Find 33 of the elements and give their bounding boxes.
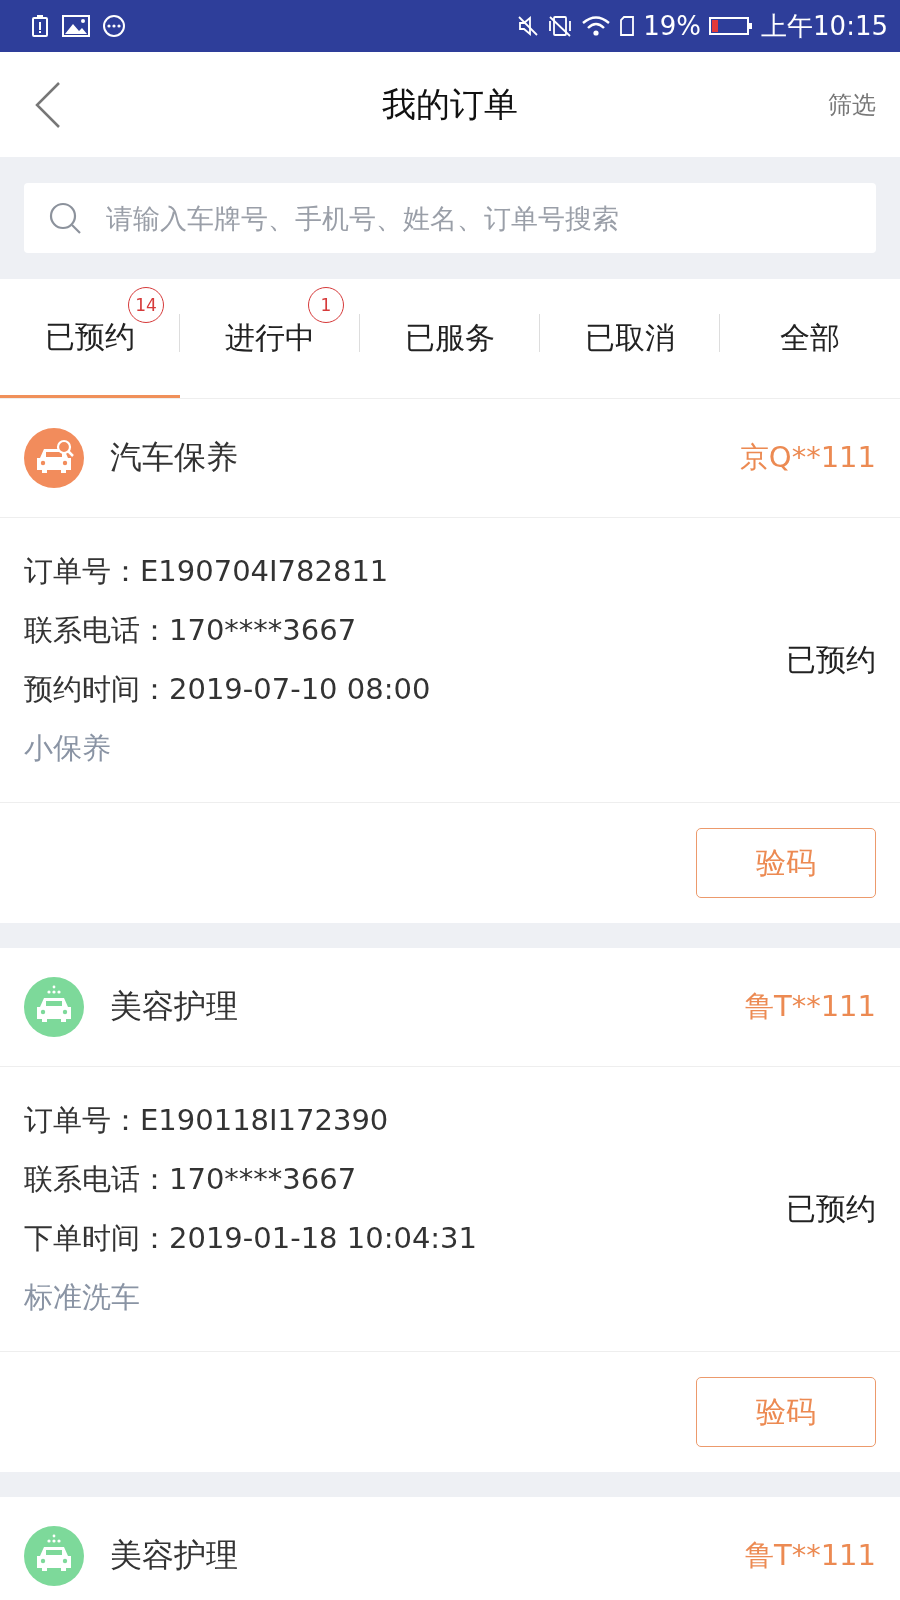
filter-link[interactable]: 筛选: [828, 88, 876, 121]
vibrate-off-icon: [547, 14, 574, 38]
service-name: 美容护理: [110, 986, 238, 1027]
search-field[interactable]: 请输入车牌号、手机号、姓名、订单号搜索: [24, 183, 876, 253]
service-name: 美容护理: [110, 1535, 238, 1576]
battery-icon: [709, 15, 754, 37]
service-item: 标准洗车: [24, 1279, 141, 1316]
order-status: 已预约: [786, 640, 876, 679]
battery-alert-icon: [30, 14, 50, 38]
order-tab[interactable]: 全部: [774, 279, 846, 398]
plate-number: 京Q**111: [739, 439, 876, 476]
page-title: 我的订单: [382, 82, 518, 126]
mute-icon: [517, 15, 540, 37]
order-detail: 订单号：E190118I172390: [24, 1102, 390, 1139]
wifi-icon: [581, 15, 612, 37]
order-detail: 联系电话：170****3667: [24, 1161, 358, 1198]
plate-number: 鲁T**111: [744, 988, 876, 1025]
image-icon: [62, 15, 90, 37]
order-detail: 下单时间：2019-01-18 10:04:31: [24, 1220, 478, 1257]
order-detail: 订单号：E190704I782811: [24, 553, 390, 590]
service-item: 小保养: [24, 730, 112, 767]
order-tab[interactable]: 已服务: [399, 279, 501, 398]
more-icon: [102, 14, 126, 38]
back-icon[interactable]: [34, 80, 62, 129]
sim-icon: [619, 15, 636, 37]
battery-percent: 19%: [643, 11, 702, 41]
order-detail: 联系电话：170****3667: [24, 612, 358, 649]
clock: 上午10:15: [761, 9, 888, 43]
plate-number: 鲁T**111: [744, 1537, 876, 1574]
order-detail: 预约时间：2019-07-10 08:00: [24, 671, 432, 708]
order-status: 已预约: [786, 1189, 876, 1228]
order-tab[interactable]: 已取消: [579, 279, 681, 398]
service-name: 汽车保养: [110, 437, 238, 478]
